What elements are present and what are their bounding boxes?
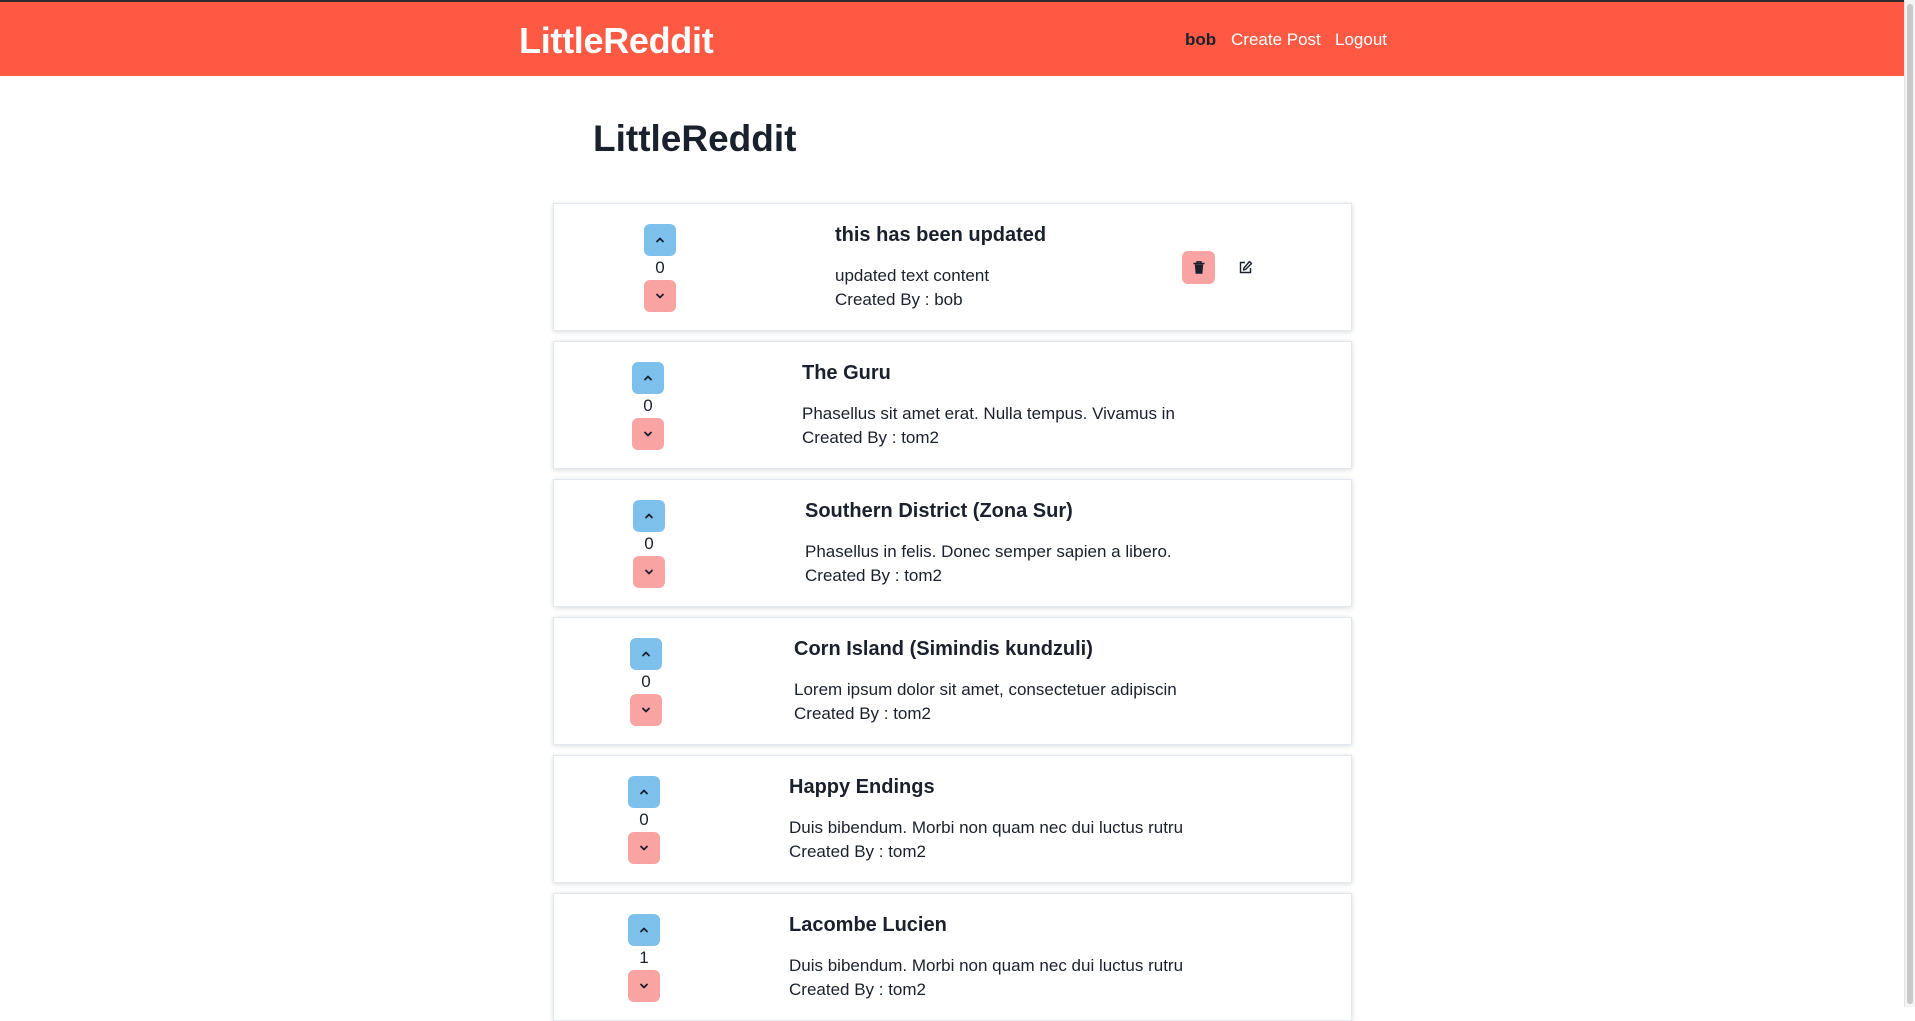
vote-count: 0: [655, 258, 665, 277]
post-author: Created By : tom2: [802, 428, 940, 447]
post-body: The Guru Phasellus sit amet erat. Nulla …: [802, 362, 1175, 450]
post-body: Corn Island (Simindis kundzuli) Lorem ip…: [794, 638, 1177, 726]
vote-controls: 0: [630, 638, 662, 726]
post-body: Southern District (Zona Sur) Phasellus i…: [805, 500, 1172, 588]
upvote-button[interactable]: [628, 914, 660, 946]
post-text: Lorem ipsum dolor sit amet, consectetuer…: [794, 680, 1177, 699]
upvote-button[interactable]: [633, 500, 665, 532]
post-card: 0 Happy Endings Duis bibendum. Morbi non…: [553, 755, 1352, 883]
post-author: Created By : tom2: [794, 704, 932, 723]
vote-controls: 0: [628, 776, 660, 864]
scrollbar-thumb[interactable]: [1907, 4, 1913, 1004]
nav-username: bob: [1185, 30, 1217, 49]
post-text: Phasellus sit amet erat. Nulla tempus. V…: [802, 404, 1175, 423]
downvote-button[interactable]: [633, 556, 665, 588]
vote-controls: 1: [628, 914, 660, 1002]
post-title[interactable]: Corn Island (Simindis kundzuli): [794, 638, 1177, 662]
vote-controls: 0: [632, 362, 664, 450]
post-title[interactable]: Southern District (Zona Sur): [805, 500, 1172, 524]
post-card: 0 The Guru Phasellus sit amet erat. Null…: [553, 341, 1352, 469]
vote-count: 1: [639, 948, 649, 967]
edit-icon: [1239, 260, 1253, 274]
chevron-up-icon: [642, 651, 650, 657]
downvote-button[interactable]: [628, 970, 660, 1002]
post-card: 0 this has been updated updated text con…: [553, 203, 1352, 331]
upvote-button[interactable]: [628, 776, 660, 808]
upvote-button[interactable]: [630, 638, 662, 670]
brand-logo[interactable]: LittleReddit: [519, 20, 714, 62]
post-body: Happy Endings Duis bibendum. Morbi non q…: [789, 776, 1183, 864]
downvote-button[interactable]: [628, 832, 660, 864]
post-body: Lacombe Lucien Duis bibendum. Morbi non …: [789, 914, 1183, 1002]
navbar: LittleReddit bob Create Post Logout: [0, 2, 1904, 76]
vote-count: 0: [643, 396, 653, 415]
chevron-up-icon: [656, 237, 664, 243]
chevron-down-icon: [640, 983, 648, 989]
downvote-button[interactable]: [630, 694, 662, 726]
post-author: Created By : tom2: [805, 566, 943, 585]
chevron-down-icon: [644, 431, 652, 437]
upvote-button[interactable]: [632, 362, 664, 394]
chevron-up-icon: [644, 375, 652, 381]
post-author: Created By : bob: [835, 290, 963, 309]
upvote-button[interactable]: [644, 224, 676, 256]
create-post-link[interactable]: Create Post: [1231, 30, 1321, 50]
logout-button[interactable]: Logout: [1335, 30, 1387, 50]
post-title[interactable]: Lacombe Lucien: [789, 914, 1183, 938]
post-body: this has been updated updated text conte…: [835, 224, 1046, 312]
post-title[interactable]: Happy Endings: [789, 776, 1183, 800]
post-text: updated text content: [835, 266, 990, 285]
trash-icon: [1193, 261, 1204, 274]
post-author: Created By : tom2: [789, 980, 927, 999]
post-title[interactable]: The Guru: [802, 362, 1175, 386]
post-author: Created By : tom2: [789, 842, 927, 861]
chevron-down-icon: [640, 845, 648, 851]
downvote-button[interactable]: [632, 418, 664, 450]
vote-controls: 0: [633, 500, 665, 588]
chevron-up-icon: [640, 927, 648, 933]
delete-post-button[interactable]: [1182, 251, 1215, 284]
post-text: Duis bibendum. Morbi non quam nec dui lu…: [789, 956, 1184, 975]
post-text: Phasellus in felis. Donec semper sapien …: [805, 542, 1172, 561]
post-card: 0 Corn Island (Simindis kundzuli) Lorem …: [553, 617, 1352, 745]
page-title: LittleReddit: [593, 118, 797, 159]
post-title[interactable]: this has been updated: [835, 224, 1046, 248]
chevron-down-icon: [645, 569, 653, 575]
vote-count: 0: [641, 672, 651, 691]
downvote-button[interactable]: [644, 280, 676, 312]
post-card: 1 Lacombe Lucien Duis bibendum. Morbi no…: [553, 893, 1352, 1021]
vote-count: 0: [639, 810, 649, 829]
post-text: Duis bibendum. Morbi non quam nec dui lu…: [789, 818, 1184, 837]
chevron-up-icon: [645, 513, 653, 519]
edit-post-button[interactable]: [1229, 251, 1262, 284]
chevron-up-icon: [640, 789, 648, 795]
chevron-down-icon: [642, 707, 650, 713]
vote-count: 0: [644, 534, 654, 553]
chevron-down-icon: [656, 293, 664, 299]
post-card: 0 Southern District (Zona Sur) Phasellus…: [553, 479, 1352, 607]
vote-controls: 0: [644, 224, 676, 312]
